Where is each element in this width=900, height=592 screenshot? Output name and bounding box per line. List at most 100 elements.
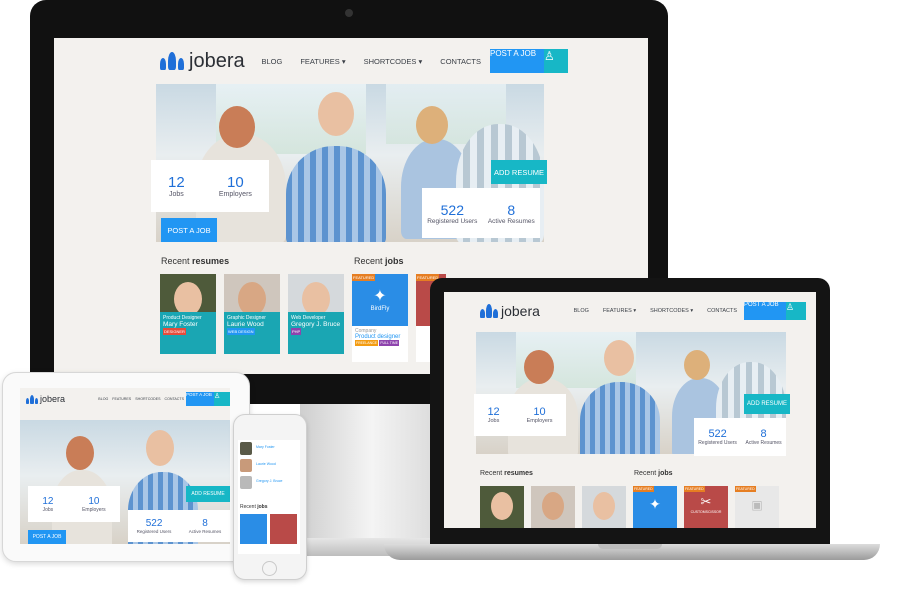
recent-word: Recent — [634, 470, 657, 477]
active-stat: 8 Active Resumes — [189, 518, 222, 534]
job-card[interactable]: FEATURED ✂ CUSTOMSCISSOR — [684, 486, 728, 528]
briefcase-icon: ▣ — [751, 498, 763, 512]
logo-icon — [26, 394, 38, 404]
man-plaid-shirt-photo — [286, 146, 386, 242]
post-job-button[interactable]: POST A JOB — [186, 392, 214, 406]
resume-card[interactable]: Web Developer Gregory J. Bruce PHP — [288, 274, 344, 354]
jobs-word: jobs — [257, 504, 268, 510]
resume-name: Gregory J. Bruce — [256, 479, 283, 483]
menu-shortcodes[interactable]: SHORTCODES — [133, 397, 162, 401]
resume-photo — [240, 459, 252, 472]
jobs-label: Jobs — [42, 506, 54, 513]
registered-stat: 522 Registered Users — [137, 518, 172, 534]
recent-word: Recent — [354, 256, 383, 266]
menu-shortcodes[interactable]: SHORTCODES ▾ — [355, 57, 432, 66]
post-job-button[interactable]: POST A JOB — [744, 302, 786, 320]
registered-count: 522 — [440, 201, 464, 218]
resume-caption: Product Designer Mary Foster DESIGNER — [160, 312, 216, 354]
registered-label: Registered Users — [698, 440, 737, 446]
registered-stat: 522 Registered Users — [427, 202, 477, 225]
phone-resume-item[interactable]: Mary Foster — [240, 442, 298, 456]
menu-shortcodes-label: SHORTCODES — [363, 56, 417, 66]
employers-stat: 10 Employers — [219, 174, 252, 198]
job-brand: CUSTOMSCISSOR — [690, 510, 722, 514]
employers-count: 10 — [227, 174, 244, 191]
brand-name: jobera — [40, 394, 66, 404]
jobs-stat: 12 Jobs — [168, 174, 185, 198]
logo[interactable]: jobera — [480, 303, 540, 319]
user-icon[interactable]: ♙ — [786, 302, 806, 320]
main-menu: BLOG FEATURES ▾ SHORTCODES ▾ CONTACTS PO… — [252, 49, 568, 73]
phone-resume-item[interactable]: Gregory J. Bruce — [240, 476, 298, 490]
jobs-employers-card: 12 Jobs 10 Employers — [474, 394, 566, 436]
job-card[interactable]: FEATURED ✦ BirdFly Company Product desig… — [352, 274, 408, 362]
resume-photo — [593, 492, 615, 520]
menu-blog[interactable]: BLOG — [252, 57, 291, 66]
menu-features-label: FEATURES — [602, 308, 632, 314]
phone-resume-item[interactable]: Laurie Wood — [240, 459, 298, 473]
menu-features[interactable]: FEATURES ▾ — [291, 57, 354, 66]
post-job-button[interactable]: POST A JOB — [490, 49, 544, 73]
registered-count: 522 — [708, 428, 727, 440]
add-resume-button[interactable]: ADD RESUME — [744, 394, 790, 414]
user-icon[interactable]: ♙ — [214, 392, 230, 406]
active-stat: 8 Active Resumes — [488, 202, 535, 225]
job-logo: FEATURED ✦ BirdFly — [352, 274, 408, 326]
scissors-icon: ✂ — [700, 494, 712, 509]
active-label: Active Resumes — [745, 440, 782, 446]
hero-post-job-button[interactable]: POST A JOB — [28, 530, 66, 544]
phone-job-card[interactable] — [240, 514, 267, 544]
menu-contacts[interactable]: CONTACTS — [163, 397, 187, 401]
resume-card[interactable] — [480, 486, 524, 528]
job-card[interactable]: FEATURED ✦ — [633, 486, 677, 528]
resume-name: Mary Foster — [163, 321, 198, 328]
menu-blog[interactable]: BLOG — [96, 397, 110, 401]
resume-card[interactable] — [531, 486, 575, 528]
jobs-label: Jobs — [487, 418, 500, 424]
phone-job-card[interactable] — [270, 514, 297, 544]
resume-name: Laurie Wood — [227, 321, 264, 328]
menu-contacts[interactable]: CONTACTS — [700, 308, 744, 314]
menu-blog[interactable]: BLOG — [567, 308, 596, 314]
woman-head — [66, 436, 94, 470]
resume-photo — [302, 282, 330, 316]
resume-card[interactable]: Product Designer Mary Foster DESIGNER — [160, 274, 216, 354]
menu-contacts[interactable]: CONTACTS — [431, 57, 490, 66]
jobs-count: 12 — [487, 406, 500, 418]
bird-icon: ✦ — [373, 288, 387, 305]
home-button-icon[interactable] — [262, 561, 277, 576]
resume-card[interactable] — [582, 486, 626, 528]
registered-stat: 522 Registered Users — [698, 428, 737, 446]
brand-name: jobera — [189, 49, 245, 72]
logo-icon — [160, 52, 184, 70]
resume-card[interactable]: Graphic Designer Laurie Wood WEB DESIGN — [224, 274, 280, 354]
jobs-count: 12 — [42, 495, 54, 507]
logo[interactable]: jobera — [26, 394, 65, 404]
resume-tag: PHP — [291, 328, 302, 335]
resume-caption: Web Developer Gregory J. Bruce PHP — [288, 312, 344, 354]
blonde-head — [684, 350, 710, 380]
jobs-stat: 12 Jobs — [487, 406, 499, 424]
hero-post-job-button[interactable]: POST A JOB — [161, 218, 217, 242]
resume-name: Gregory J. Bruce — [291, 321, 341, 328]
employers-stat: 10 Employers — [527, 406, 553, 424]
resumes-word: resumes — [192, 256, 230, 266]
resume-name: Mary Foster — [256, 445, 275, 449]
active-count: 8 — [507, 201, 516, 218]
menu-features[interactable]: FEATURES ▾ — [596, 308, 643, 314]
user-icon[interactable]: ♙ — [544, 49, 568, 73]
main-menu: BLOG FEATURES SHORTCODES CONTACTS POST A… — [96, 392, 230, 406]
jobs-employers-card: 12 Jobs 10 Employers — [151, 160, 269, 212]
recent-resumes-title: Recent resumes — [161, 256, 229, 266]
add-resume-button[interactable]: ADD RESUME — [186, 486, 230, 502]
menu-shortcodes[interactable]: SHORTCODES ▾ — [643, 308, 700, 314]
recent-resumes-title: Recent resumes — [480, 470, 533, 477]
resume-photo — [542, 492, 564, 520]
employers-count: 10 — [533, 406, 546, 418]
registered-count: 522 — [145, 518, 163, 529]
add-resume-button[interactable]: ADD RESUME — [491, 160, 547, 184]
logo[interactable]: jobera — [160, 50, 245, 73]
job-card[interactable]: FEATURED ▣ — [735, 486, 779, 528]
menu-features[interactable]: FEATURES — [110, 397, 133, 401]
active-label: Active Resumes — [188, 529, 222, 534]
